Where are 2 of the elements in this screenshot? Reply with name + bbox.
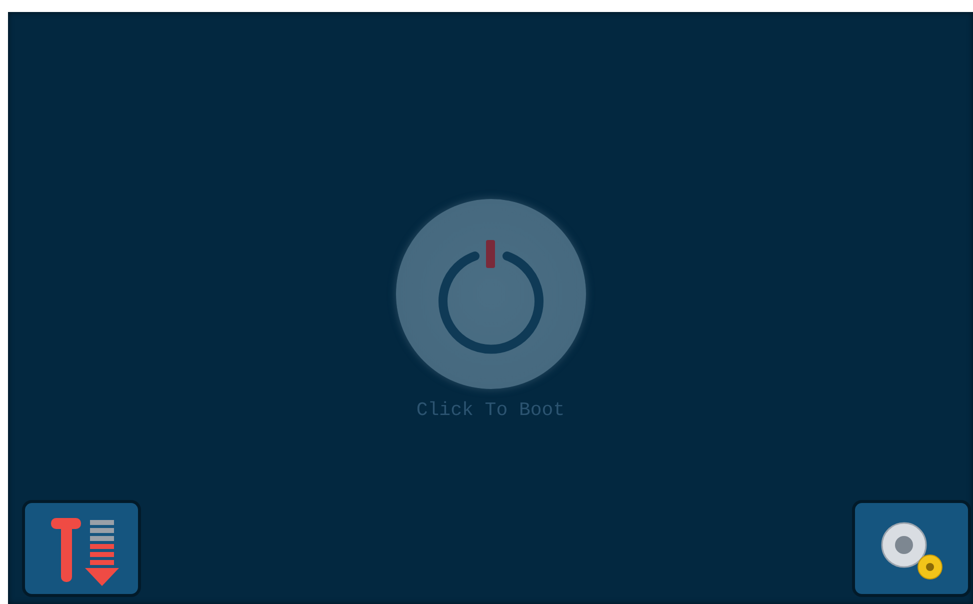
font-size-button[interactable] (22, 500, 141, 597)
settings-button[interactable] (852, 500, 971, 597)
